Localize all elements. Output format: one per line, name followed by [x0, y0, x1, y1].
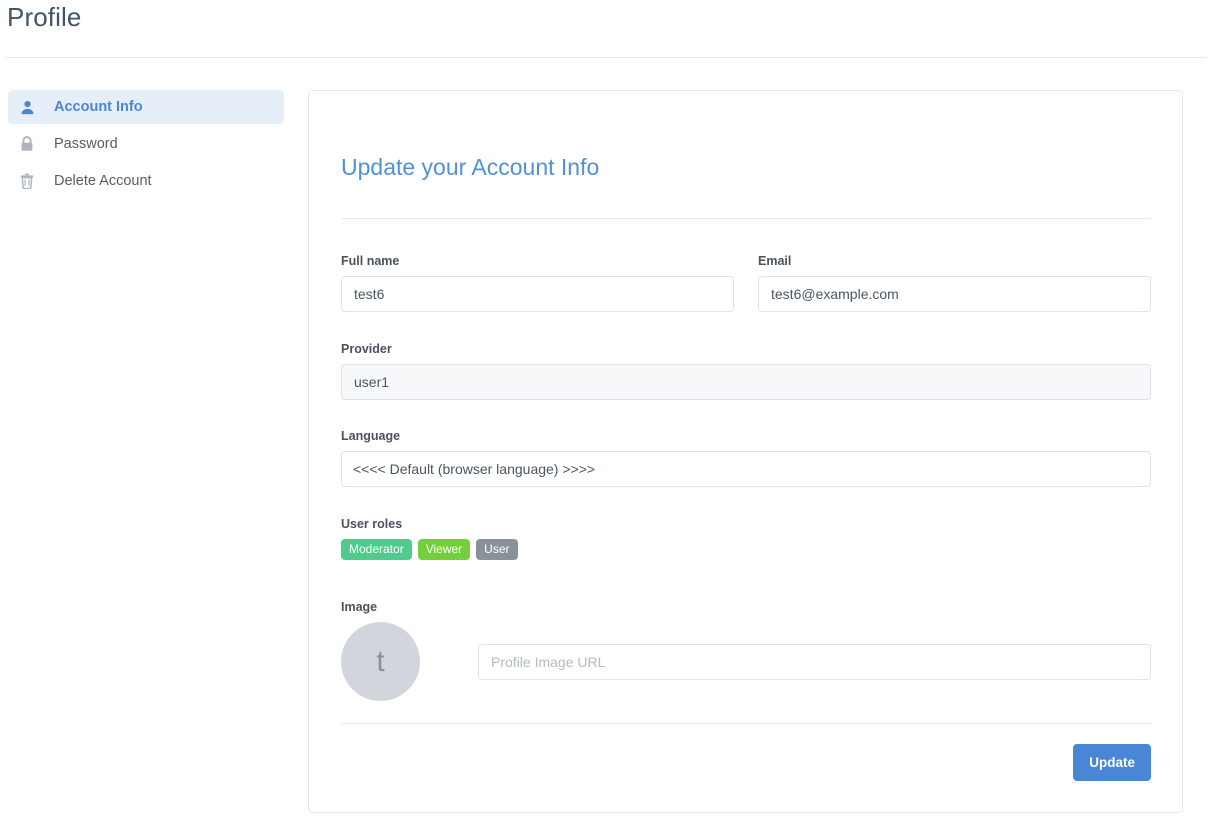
role-badge-moderator: Moderator: [341, 539, 412, 560]
sidebar-item-label: Delete Account: [54, 172, 152, 190]
header-divider: [6, 57, 1206, 58]
user-roles-badges: Moderator Viewer User: [341, 539, 1151, 560]
provider-input: [341, 364, 1151, 400]
user-icon: [20, 98, 42, 116]
sidebar-item-password[interactable]: Password: [8, 127, 284, 161]
name-email-row: Full name Email: [341, 253, 1151, 312]
card-footer: Update: [341, 744, 1151, 781]
sidebar-item-label: Account Info: [54, 98, 143, 116]
footer-divider: [341, 723, 1151, 724]
update-button[interactable]: Update: [1073, 744, 1151, 781]
card-title: Update your Account Info: [341, 152, 661, 182]
role-badge-user: User: [476, 539, 517, 560]
sidebar: Account Info Password Delete Account: [8, 90, 284, 201]
trash-icon: [20, 172, 42, 190]
page-header: Profile: [0, 0, 1214, 58]
sidebar-item-account-info[interactable]: Account Info: [8, 90, 284, 124]
sidebar-item-label: Password: [54, 135, 118, 153]
image-label: Image: [341, 599, 1151, 615]
full-name-label: Full name: [341, 253, 734, 269]
full-name-group: Full name: [341, 253, 734, 312]
page-title: Profile: [7, 2, 81, 32]
account-info-card: Update your Account Info Full name Email…: [308, 90, 1183, 813]
email-input[interactable]: [758, 276, 1151, 312]
user-roles-group: User roles Moderator Viewer User: [341, 516, 1151, 560]
email-label: Email: [758, 253, 1151, 269]
lock-icon: [20, 135, 42, 153]
sidebar-item-delete-account[interactable]: Delete Account: [8, 164, 284, 198]
email-group: Email: [758, 253, 1151, 312]
image-url-wrapper: [478, 644, 1151, 680]
role-badge-viewer: Viewer: [418, 539, 470, 560]
avatar: t: [341, 622, 420, 701]
language-select[interactable]: <<<< Default (browser language) >>>>: [341, 451, 1151, 487]
card-title-divider: [341, 218, 1151, 219]
full-name-input[interactable]: [341, 276, 734, 312]
image-group: Image t: [341, 599, 1151, 701]
image-url-input[interactable]: [478, 644, 1151, 680]
language-label: Language: [341, 428, 1151, 444]
provider-group: Provider: [341, 341, 1151, 400]
image-row: t: [341, 622, 1151, 701]
language-group: Language <<<< Default (browser language)…: [341, 428, 1151, 487]
provider-label: Provider: [341, 341, 1151, 357]
user-roles-label: User roles: [341, 516, 1151, 532]
